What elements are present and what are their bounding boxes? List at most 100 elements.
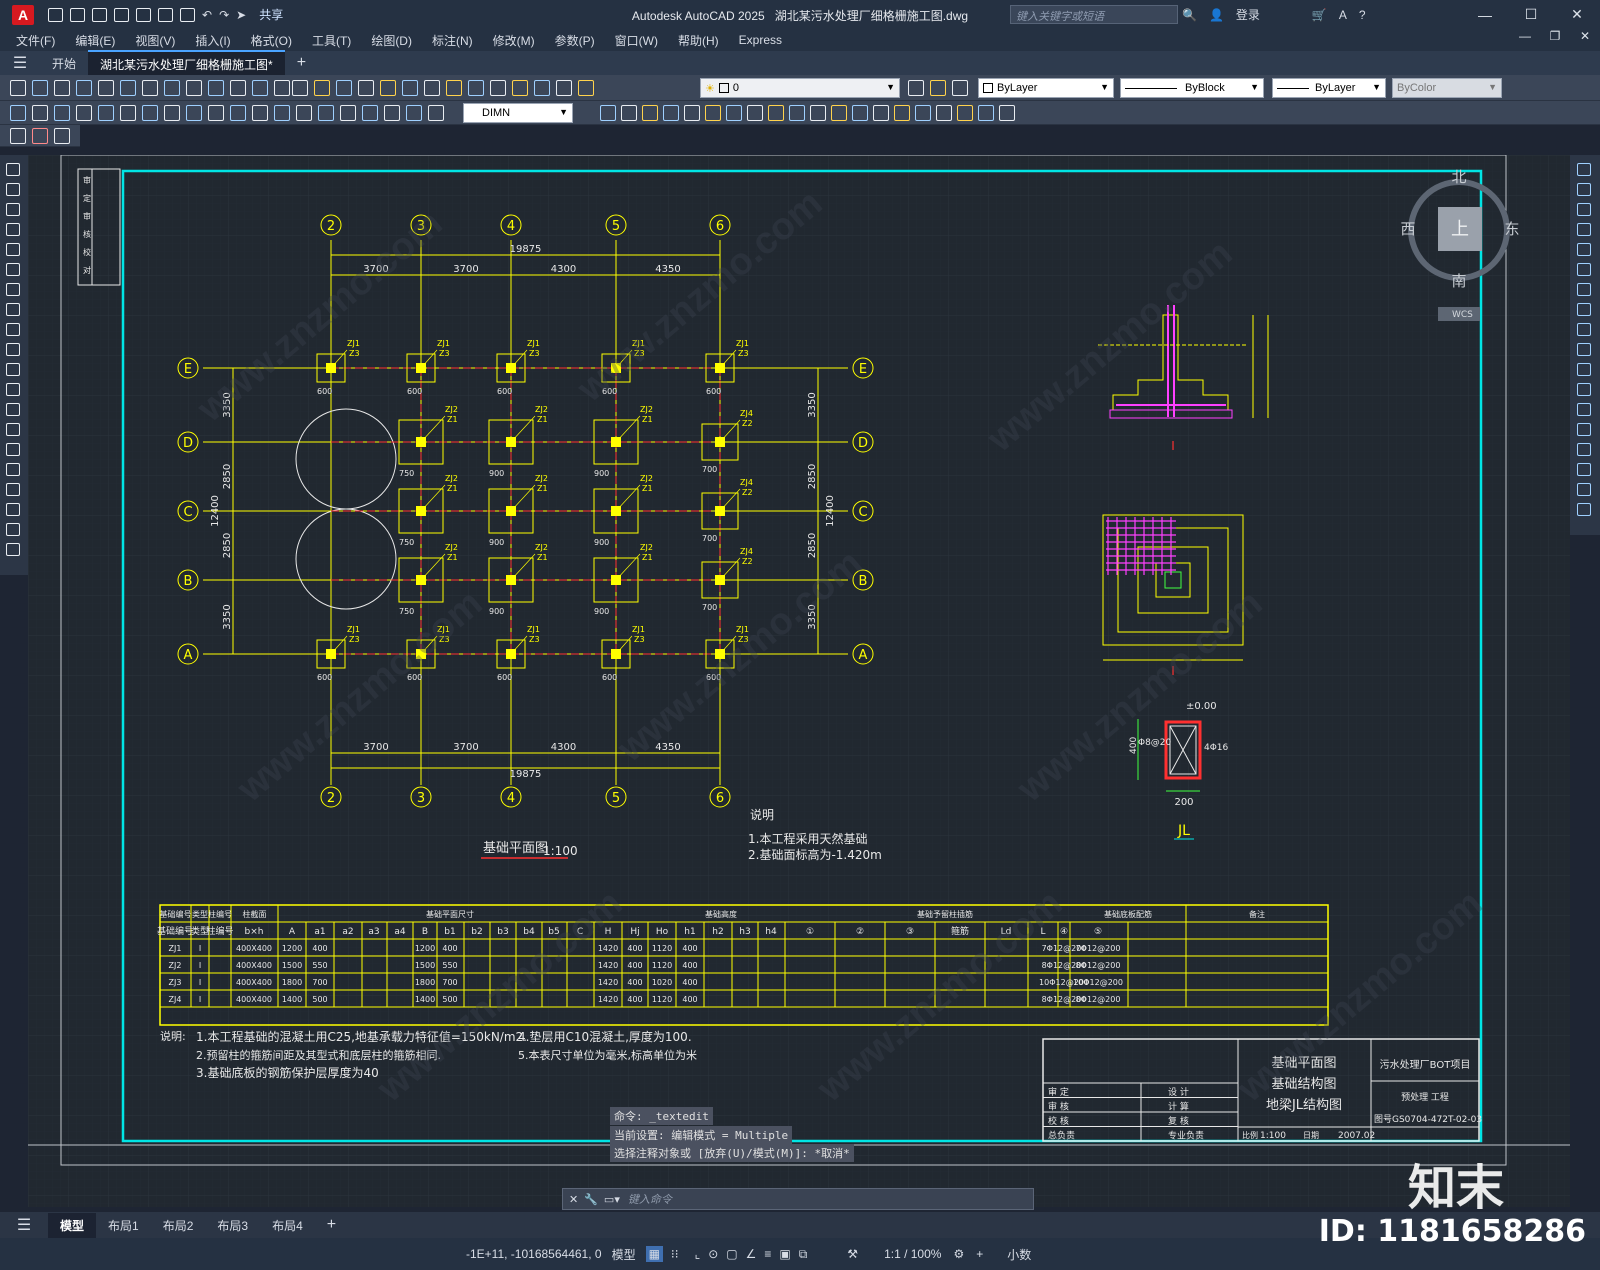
draw-tool-4-icon[interactable] — [6, 223, 20, 236]
units-display[interactable]: 小数 — [1007, 1246, 1031, 1263]
modify-tool-17-icon[interactable] — [1577, 483, 1591, 496]
dim-tool-2-icon[interactable] — [32, 105, 48, 121]
menu-view[interactable]: 视图(V) — [125, 32, 185, 49]
menu-draw[interactable]: 绘图(D) — [361, 32, 422, 49]
dimstyle-dropdown[interactable]: DIMN ▼ — [463, 103, 573, 123]
annotation-icon[interactable]: ⚒ — [847, 1247, 858, 1261]
new-tab-button[interactable]: + — [285, 50, 318, 76]
model-space-button[interactable]: 模型 — [612, 1246, 636, 1263]
modify-tool-15-icon[interactable] — [1577, 443, 1591, 456]
osnap-icon[interactable]: ▢ — [726, 1247, 737, 1261]
modify-tool-9-icon[interactable] — [1577, 323, 1591, 336]
lineweight-dropdown[interactable]: ByLayer ▼ — [1272, 78, 1386, 98]
modify-tool-4-icon[interactable] — [1577, 223, 1591, 236]
layout-menu-icon[interactable]: ☰ — [0, 1215, 48, 1235]
tab-layout1[interactable]: 布局1 — [96, 1213, 151, 1238]
std-tool-1-icon[interactable] — [10, 80, 26, 96]
selection-cycling-icon[interactable]: ⧉ — [799, 1247, 808, 1262]
modify-tool-3-icon[interactable] — [642, 105, 658, 121]
modify-tool-18-icon[interactable] — [957, 105, 973, 121]
modify-tool-8-icon[interactable] — [1577, 303, 1591, 316]
tab-layout2[interactable]: 布局2 — [151, 1213, 206, 1238]
modify-tool-12-icon[interactable] — [831, 105, 847, 121]
draw-tool-1-icon[interactable] — [6, 163, 20, 176]
view-tool-1-icon[interactable] — [292, 80, 308, 96]
draw-tool-2-icon[interactable] — [6, 183, 20, 196]
modify-tool-3-icon[interactable] — [1577, 203, 1591, 216]
menu-insert[interactable]: 插入(I) — [185, 32, 240, 49]
doc-restore-button[interactable]: ❐ — [1540, 29, 1570, 43]
redo-icon[interactable]: ↷ — [219, 8, 229, 22]
maximize-button[interactable]: ☐ — [1508, 0, 1554, 29]
viewcube-north-label[interactable]: 北 — [1451, 168, 1466, 186]
draw-tool-13-icon[interactable] — [6, 403, 20, 416]
add-icon[interactable]: + — [976, 1247, 983, 1261]
menu-express[interactable]: Express — [729, 33, 792, 47]
dim-tool-5-icon[interactable] — [98, 105, 114, 121]
otrack-icon[interactable]: ∠ — [746, 1247, 757, 1261]
autocad-logo-icon[interactable]: A — [12, 4, 34, 25]
save-web-icon[interactable] — [158, 7, 173, 22]
std-tool-5-icon[interactable] — [98, 80, 114, 96]
doc-minimize-button[interactable]: — — [1510, 29, 1540, 43]
linetype-dropdown[interactable]: ByBlock ▼ — [1120, 78, 1264, 98]
menu-edit[interactable]: 编辑(E) — [65, 32, 125, 49]
grid-icon[interactable]: ▦ — [645, 1246, 663, 1262]
dim-tool-12-icon[interactable] — [252, 105, 268, 121]
modify-tool-7-icon[interactable] — [1577, 283, 1591, 296]
menu-modify[interactable]: 修改(M) — [483, 32, 545, 49]
dim-tool-20-icon[interactable] — [428, 105, 444, 121]
std-tool-12-icon[interactable] — [252, 80, 268, 96]
draw-tool-7-icon[interactable] — [6, 283, 20, 296]
view-tool-9-icon[interactable] — [468, 80, 484, 96]
search-input[interactable]: 键入关键字或短语 — [1010, 5, 1178, 24]
modify-tool-11-icon[interactable] — [810, 105, 826, 121]
modify-tool-13-icon[interactable] — [1577, 403, 1591, 416]
dim-tool-18-icon[interactable] — [384, 105, 400, 121]
modify-tool-15-icon[interactable] — [894, 105, 910, 121]
layer-tool-3-icon[interactable] — [952, 80, 968, 96]
view-tool-10-icon[interactable] — [490, 80, 506, 96]
menu-tools[interactable]: 工具(T) — [302, 32, 361, 49]
drawing-canvas[interactable]: 2 2 3 3 4 4 5 5 6 6 E E D D C C B B A A 19875 3700 3700 4300 435… — [28, 155, 1570, 1207]
draw-tool-5-icon[interactable] — [6, 243, 20, 256]
share-button[interactable]: 共享 — [259, 6, 283, 23]
std-tool-10-icon[interactable] — [208, 80, 224, 96]
login-button[interactable]: 登录 — [1236, 6, 1260, 23]
coordinate-readout[interactable]: -1E+11, -10168564461, 0 — [466, 1247, 602, 1261]
tab-layout3[interactable]: 布局3 — [205, 1213, 260, 1238]
std-tool-11-icon[interactable] — [230, 80, 246, 96]
new-icon[interactable] — [48, 7, 63, 22]
view-tool-7-icon[interactable] — [424, 80, 440, 96]
dim-tool-4-icon[interactable] — [76, 105, 92, 121]
std-tool-4-icon[interactable] — [76, 80, 92, 96]
modify-tool-16-icon[interactable] — [1577, 463, 1591, 476]
dim-tool-9-icon[interactable] — [186, 105, 202, 121]
std-tool-9-icon[interactable] — [186, 80, 202, 96]
modify-tool-14-icon[interactable] — [873, 105, 889, 121]
modify-tool-5-icon[interactable] — [684, 105, 700, 121]
modify-tool-18-icon[interactable] — [1577, 503, 1591, 516]
draw-tool-14-icon[interactable] — [6, 423, 20, 436]
draw-tool-11-icon[interactable] — [6, 363, 20, 376]
dim-tool-7-icon[interactable] — [142, 105, 158, 121]
dim-tool-6-icon[interactable] — [120, 105, 136, 121]
view-tool-12-icon[interactable] — [534, 80, 550, 96]
draw-tool-9-icon[interactable] — [6, 323, 20, 336]
close-button[interactable]: ✕ — [1554, 0, 1600, 29]
std-tool-6-icon[interactable] — [120, 80, 136, 96]
view-tool-11-icon[interactable] — [512, 80, 528, 96]
menu-format[interactable]: 格式(O) — [241, 32, 302, 49]
draw-tool-20-icon[interactable] — [6, 543, 20, 556]
lineweight-icon[interactable]: ≡ — [764, 1247, 771, 1261]
color-dropdown[interactable]: ByLayer ▼ — [978, 78, 1114, 98]
dim-tool-13-icon[interactable] — [274, 105, 290, 121]
command-input[interactable]: 键入命令 — [628, 1191, 672, 1207]
viewcube-south-label[interactable]: 南 — [1451, 272, 1466, 290]
dim-tool-14-icon[interactable] — [296, 105, 312, 121]
view-tool-5-icon[interactable] — [380, 80, 396, 96]
extra-tool-2-icon[interactable] — [32, 128, 48, 144]
save-as-icon[interactable] — [114, 7, 129, 22]
tab-drawing[interactable]: 湖北某污水处理厂细格栅施工图* — [88, 49, 285, 77]
dim-tool-10-icon[interactable] — [208, 105, 224, 121]
